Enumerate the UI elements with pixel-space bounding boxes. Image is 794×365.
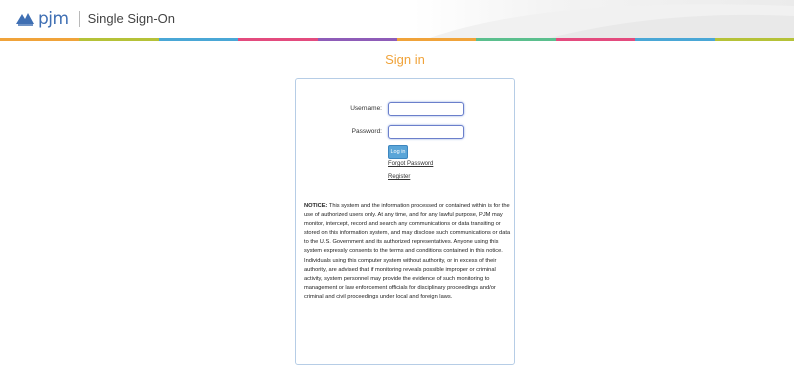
header-decoration	[430, 4, 794, 38]
stripe-segment	[317, 38, 398, 41]
stripe-segment	[476, 38, 556, 41]
login-button[interactable]: Log in	[388, 145, 408, 159]
notice-label: NOTICE:	[304, 203, 328, 209]
password-row: Password:	[338, 124, 464, 139]
brand[interactable]: pjm Single Sign-On	[14, 9, 175, 29]
username-row: Username:	[338, 101, 464, 116]
stripe-segment	[397, 38, 477, 41]
login-panel: Username: Password: Log in Forgot Passwo…	[295, 78, 515, 365]
stripe-segment	[238, 38, 318, 41]
stripe-segment	[635, 38, 715, 41]
forgot-password-link[interactable]: Forgot Password	[388, 161, 433, 167]
app-title: Single Sign-On	[87, 11, 176, 26]
brand-divider	[78, 11, 80, 27]
site-header: pjm Single Sign-On	[0, 0, 794, 38]
logo-text: pjm	[38, 9, 69, 29]
stripe-segment	[79, 38, 159, 41]
password-label: Password:	[351, 128, 382, 135]
stripe-segment	[555, 38, 636, 41]
notice-body: This system and the information processe…	[304, 203, 511, 300]
header-color-stripe	[0, 38, 794, 41]
password-input[interactable]	[388, 124, 464, 139]
register-link[interactable]: Register	[388, 174, 410, 180]
notice-text: NOTICE: This system and the information …	[304, 202, 512, 302]
stripe-segment	[714, 38, 794, 41]
stripe-segment	[0, 38, 80, 41]
pjm-logo-icon	[16, 13, 34, 26]
username-input[interactable]	[388, 101, 464, 116]
stripe-segment	[158, 38, 239, 41]
username-label: Username:	[350, 105, 382, 112]
signin-title: Sign in	[385, 52, 425, 67]
